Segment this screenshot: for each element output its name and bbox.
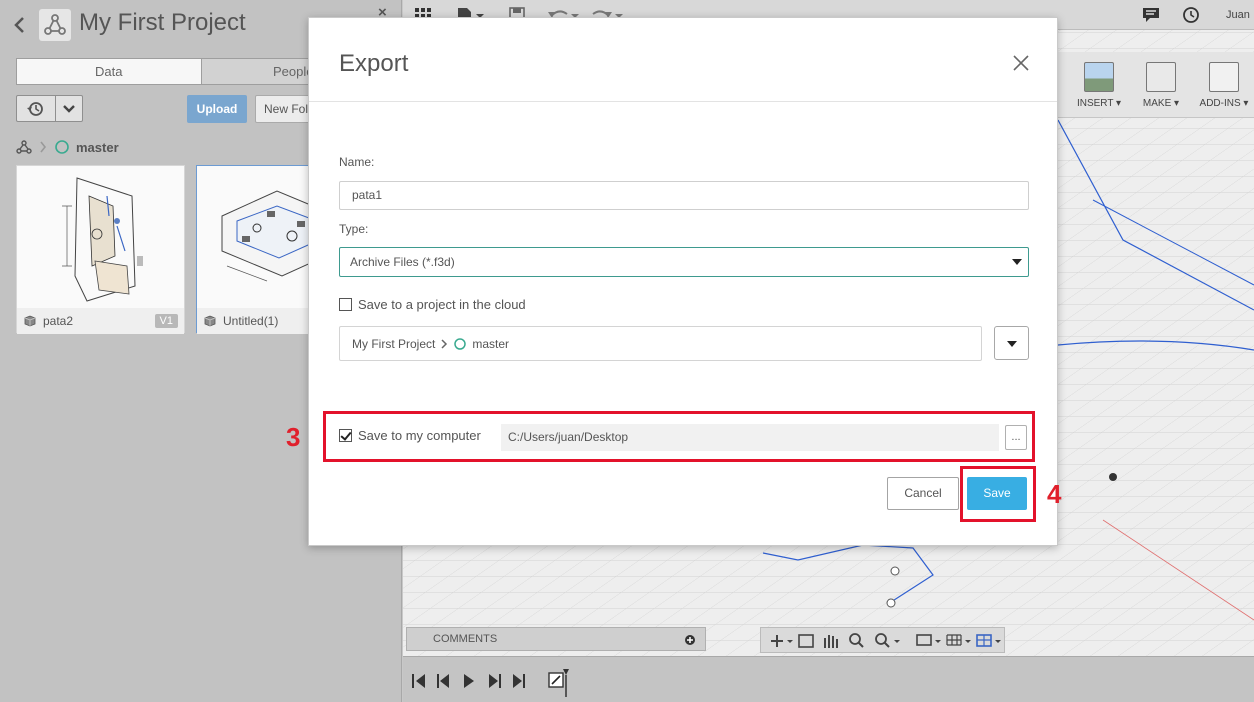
ribbon-label: MAKE ▾: [1142, 98, 1180, 109]
breadcrumb-branch[interactable]: master: [76, 140, 119, 155]
look-at-icon[interactable]: [798, 634, 814, 648]
chevron-right-icon: [40, 141, 47, 153]
dialog-title: Export: [339, 50, 409, 77]
orbit-icon[interactable]: [771, 635, 793, 647]
pan-hand-icon[interactable]: [824, 635, 838, 648]
play-icon[interactable]: [464, 674, 474, 688]
user-menu[interactable]: Juan: [1226, 9, 1250, 21]
tab-data[interactable]: Data: [17, 59, 202, 84]
step-number-4: 4: [1047, 479, 1062, 509]
file-thumbnail: [17, 166, 184, 308]
script-gear-icon: [1209, 62, 1239, 92]
location-branch: master: [472, 336, 510, 351]
clock-icon[interactable]: [1181, 6, 1201, 24]
chevron-right-icon: [441, 338, 448, 349]
file-name: Untitled(1): [223, 314, 279, 328]
hub-icon[interactable]: [16, 139, 32, 155]
filter-divider: [55, 96, 56, 121]
export-dialog: Export Name: pata1 Type: Archive Files (…: [308, 17, 1058, 546]
comments-label: COMMENTS: [433, 633, 498, 645]
version-badge: V1: [154, 314, 178, 328]
grid-settings-icon[interactable]: [946, 634, 971, 646]
branch-circle-icon: [55, 140, 69, 154]
caret-down-icon: [1012, 259, 1022, 265]
zoom-window-icon[interactable]: [875, 633, 900, 648]
dialog-divider: [309, 101, 1057, 102]
chevron-down-icon[interactable]: [61, 102, 77, 116]
make-menu[interactable]: MAKE ▾: [1132, 62, 1190, 109]
name-label: Name:: [339, 155, 375, 169]
cancel-button[interactable]: Cancel: [887, 477, 959, 510]
close-icon[interactable]: [1009, 51, 1033, 75]
history-icon: [27, 102, 43, 116]
type-select[interactable]: Archive Files (*.f3d): [339, 247, 1029, 277]
step-back-icon[interactable]: [437, 674, 449, 688]
ribbon-toolbar: INSERT ▾ MAKE ▾ ADD-INS ▾: [1057, 52, 1254, 118]
cloud-save-checkbox[interactable]: [339, 298, 352, 311]
file-name: pata2: [43, 314, 74, 328]
timeline-bar: [403, 656, 1254, 702]
project-title: My First Project: [79, 9, 246, 36]
sketch-feature-icon[interactable]: [548, 669, 569, 697]
caret-down-icon: [1007, 341, 1017, 347]
go-to-end-icon[interactable]: [513, 674, 525, 688]
type-select-value: Archive Files (*.f3d): [350, 255, 455, 269]
step-forward-icon[interactable]: [489, 674, 501, 688]
location-dropdown-button[interactable]: [994, 326, 1029, 360]
name-input[interactable]: pata1: [339, 181, 1029, 210]
ribbon-label: INSERT ▾: [1076, 98, 1122, 109]
printer-icon: [1146, 62, 1176, 92]
branch-circle-icon: [454, 337, 467, 350]
version-filter[interactable]: [16, 95, 83, 122]
project-hub-icon: [39, 9, 71, 41]
display-settings-icon[interactable]: [916, 634, 941, 646]
upload-button[interactable]: Upload: [187, 95, 247, 123]
ribbon-label: ADD-INS ▾: [1199, 98, 1249, 109]
comments-panel[interactable]: COMMENTS: [406, 627, 706, 651]
cloud-save-label: Save to a project in the cloud: [358, 297, 526, 312]
file-card[interactable]: pata2 V1: [16, 165, 185, 334]
image-icon: [1084, 62, 1114, 92]
highlight-box-step-3: [323, 411, 1035, 462]
step-number-3: 3: [286, 422, 301, 452]
go-to-start-icon[interactable]: [412, 674, 425, 688]
insert-menu[interactable]: INSERT ▾: [1070, 62, 1128, 109]
design-file-icon: [204, 315, 216, 327]
breadcrumb: master: [16, 137, 119, 157]
comment-icon[interactable]: [1141, 6, 1161, 24]
viewports-icon[interactable]: [976, 634, 1001, 647]
cloud-location-field[interactable]: My First Project master: [339, 326, 982, 361]
add-ins-menu[interactable]: ADD-INS ▾: [1195, 62, 1253, 109]
add-comment-icon[interactable]: [684, 634, 696, 646]
cloud-save-row: Save to a project in the cloud: [339, 297, 526, 312]
zoom-icon[interactable]: [849, 633, 864, 648]
type-label: Type:: [339, 222, 369, 236]
back-chevron-icon[interactable]: [10, 12, 32, 38]
file-card-label: pata2 V1: [17, 308, 184, 334]
location-project: My First Project: [352, 336, 436, 351]
design-file-icon: [24, 315, 36, 327]
navigation-bar: [760, 627, 1005, 653]
highlight-box-step-4: [960, 466, 1036, 522]
